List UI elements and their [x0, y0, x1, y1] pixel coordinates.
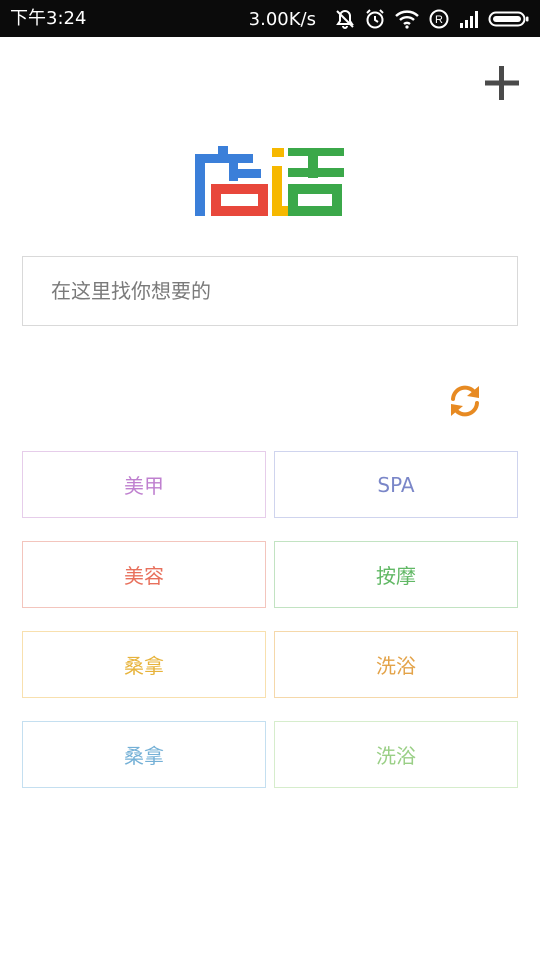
category-label: 美甲	[124, 474, 164, 498]
signal-icon	[458, 8, 480, 30]
category-bath[interactable]: 洗浴	[274, 631, 518, 698]
wifi-icon	[394, 8, 420, 30]
alarm-icon	[364, 8, 386, 30]
category-label: 美容	[124, 564, 164, 588]
category-sauna[interactable]: 桑拿	[22, 631, 266, 698]
category-sauna-2[interactable]: 桑拿	[22, 721, 266, 788]
add-button[interactable]	[482, 63, 522, 103]
category-label: 桑拿	[124, 744, 164, 768]
category-nail[interactable]: 美甲	[22, 451, 266, 518]
category-label: 按摩	[376, 564, 416, 588]
plus-icon	[485, 66, 519, 100]
category-spa[interactable]: SPA	[274, 451, 518, 518]
network-speed: 3.00K/s	[248, 8, 316, 30]
mute-icon	[334, 8, 356, 30]
registered-icon: R	[428, 8, 450, 30]
category-label: SPA	[377, 472, 415, 497]
app-logo	[192, 144, 348, 220]
search-box	[22, 256, 518, 326]
category-massage[interactable]: 按摩	[274, 541, 518, 608]
status-time: 下午3:24	[10, 8, 87, 29]
category-label: 桑拿	[124, 654, 164, 678]
search-input[interactable]	[23, 257, 517, 325]
refresh-button[interactable]	[446, 382, 484, 420]
status-icons: 3.00K/s R	[249, 6, 530, 32]
category-label: 洗浴	[376, 744, 416, 768]
category-bath-2[interactable]: 洗浴	[274, 721, 518, 788]
svg-text:R: R	[435, 14, 443, 26]
status-bar: 下午3:24 3.00K/s R	[0, 0, 540, 37]
category-beauty[interactable]: 美容	[22, 541, 266, 608]
refresh-icon	[451, 385, 479, 417]
category-label: 洗浴	[376, 654, 416, 678]
battery-icon	[488, 8, 530, 30]
